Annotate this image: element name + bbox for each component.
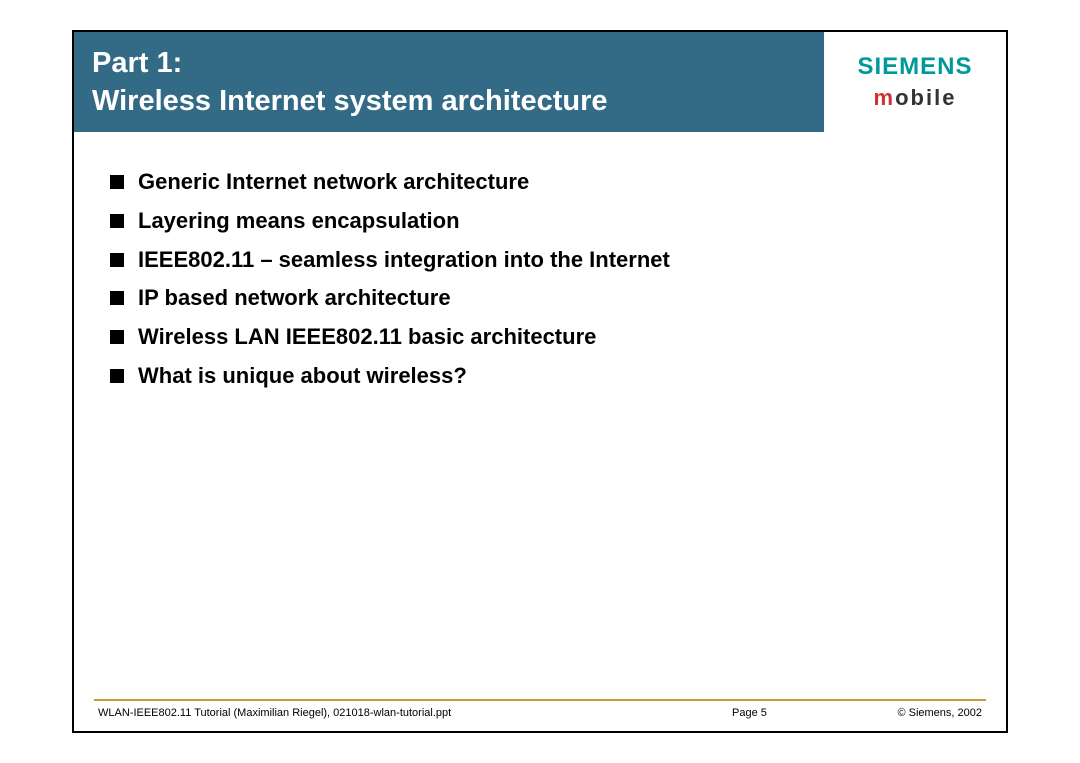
siemens-logo: SIEMENS	[857, 53, 972, 81]
slide-footer: WLAN-IEEE802.11 Tutorial (Maximilian Rie…	[74, 699, 1006, 731]
list-item: Layering means encapsulation	[110, 206, 970, 237]
footer-text-row: WLAN-IEEE802.11 Tutorial (Maximilian Rie…	[98, 707, 982, 719]
list-item: IEEE802.11 – seamless integration into t…	[110, 245, 970, 276]
footer-filename: WLAN-IEEE802.11 Tutorial (Maximilian Rie…	[98, 707, 732, 719]
bullet-icon	[110, 253, 124, 267]
title-line-2: Wireless Internet system architecture	[92, 83, 806, 119]
footer-copyright: © Siemens, 2002	[852, 707, 982, 719]
mobile-m: m	[874, 85, 896, 110]
mobile-rest: obile	[895, 85, 956, 110]
slide: Part 1: Wireless Internet system archite…	[72, 30, 1008, 733]
list-item: Generic Internet network architecture	[110, 167, 970, 198]
logo-block: SIEMENS mobile	[824, 32, 1006, 132]
bullet-text: Generic Internet network architecture	[138, 167, 529, 198]
list-item: What is unique about wireless?	[110, 361, 970, 392]
mobile-logo: mobile	[874, 85, 957, 111]
content-area: Generic Internet network architecture La…	[110, 167, 970, 400]
list-item: Wireless LAN IEEE802.11 basic architectu…	[110, 322, 970, 353]
footer-page: Page 5	[732, 707, 852, 719]
bullet-text: Wireless LAN IEEE802.11 basic architectu…	[138, 322, 596, 353]
bullet-icon	[110, 330, 124, 344]
bullet-text: IEEE802.11 – seamless integration into t…	[138, 245, 670, 276]
bullet-icon	[110, 291, 124, 305]
footer-divider	[94, 699, 986, 701]
bullet-text: What is unique about wireless?	[138, 361, 467, 392]
list-item: IP based network architecture	[110, 283, 970, 314]
bullet-icon	[110, 214, 124, 228]
bullet-text: IP based network architecture	[138, 283, 451, 314]
bullet-icon	[110, 175, 124, 189]
title-line-1: Part 1:	[92, 45, 806, 81]
slide-header: Part 1: Wireless Internet system archite…	[74, 32, 1006, 132]
bullet-icon	[110, 369, 124, 383]
title-block: Part 1: Wireless Internet system archite…	[74, 32, 824, 132]
bullet-text: Layering means encapsulation	[138, 206, 460, 237]
